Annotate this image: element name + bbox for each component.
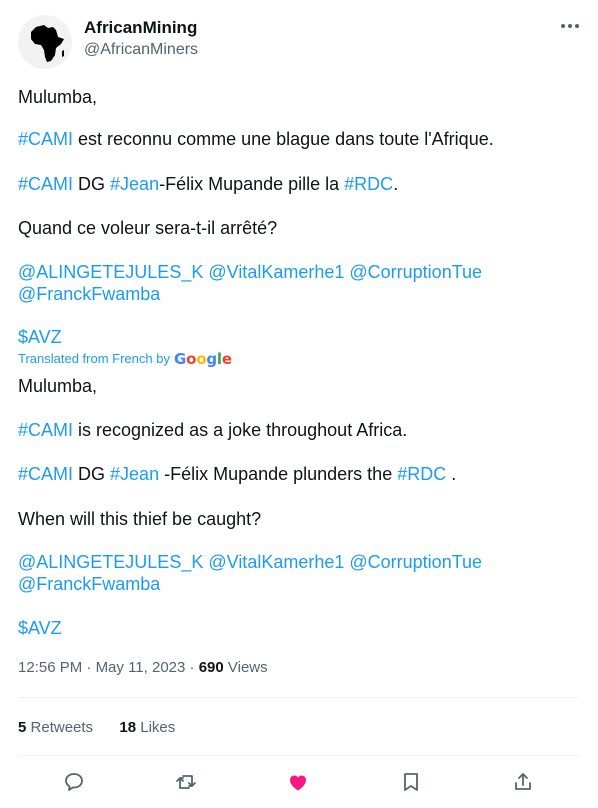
mentions-row: @ALINGETEJULES_K @VitalKamerhe1 @Corrupt…: [18, 550, 482, 574]
translated-greeting: Mulumba,: [18, 376, 98, 396]
avatar[interactable]: [18, 15, 72, 69]
likes-count: 18: [119, 719, 137, 736]
tweet-line: #CAMI est reconnu comme une blague dans …: [18, 127, 494, 151]
translated-from-text: Translated from French by: [18, 351, 170, 366]
hashtag-link[interactable]: #CAMI: [18, 420, 73, 440]
cashtag-link[interactable]: $AVZ: [18, 616, 62, 640]
mentions-row: @FranckFwamba: [18, 282, 160, 306]
translated-line: #CAMI is recognized as a joke throughout…: [18, 418, 407, 442]
tweet-meta: 12:56 PM · May 11, 2023 · 690 Views: [18, 659, 268, 676]
tweet-text: -Félix Mupande plunders the: [159, 464, 398, 484]
hashtag-link[interactable]: #CAMI: [18, 174, 73, 194]
retweets-label: Retweets: [30, 719, 94, 736]
author-handle[interactable]: @AfricanMiners: [84, 40, 198, 60]
tweet-text: .: [393, 174, 399, 194]
mention-link[interactable]: @FranckFwamba: [18, 284, 160, 304]
tweet-text: DG: [73, 464, 111, 484]
hashtag-link[interactable]: #RDC: [397, 464, 446, 484]
tweet-text: is recognized as a joke throughout Afric…: [73, 420, 408, 440]
translated-question: When will this thief be caught?: [18, 509, 262, 529]
tweet-greeting: Mulumba,: [18, 87, 98, 107]
tweet-text: -Félix Mupande pille la: [159, 174, 345, 194]
bookmark-icon: [404, 773, 418, 791]
tweet-line: #CAMI DG #Jean-Félix Mupande pille la #R…: [18, 172, 398, 196]
africa-map-icon: [31, 25, 64, 62]
tweet-text: DG: [73, 174, 111, 194]
mention-link[interactable]: @CorruptionTue: [349, 552, 482, 572]
hashtag-link[interactable]: #Jean: [110, 174, 159, 194]
share-icon: [515, 773, 531, 790]
mentions-row: @FranckFwamba: [18, 572, 160, 596]
retweet-icon: [176, 775, 196, 789]
google-logo: Google: [173, 350, 232, 368]
translated-line: #CAMI DG #Jean -Félix Mupande plunders t…: [18, 462, 456, 486]
engagement-stats: 5 Retweets 18 Likes: [18, 717, 175, 739]
hashtag-link[interactable]: #Jean: [110, 464, 159, 484]
mention-link[interactable]: @ALINGETEJULES_K: [18, 552, 203, 572]
tweet-date[interactable]: May 11, 2023: [96, 659, 186, 676]
hashtag-link[interactable]: #CAMI: [18, 464, 73, 484]
mention-link[interactable]: @VitalKamerhe1: [208, 552, 344, 572]
retweets-count: 5: [18, 719, 27, 736]
divider: [18, 697, 580, 698]
more-options-icon[interactable]: [558, 16, 582, 36]
retweet-button[interactable]: [172, 768, 200, 796]
tweet-time[interactable]: 12:56 PM: [18, 659, 82, 676]
tweet-text: .: [446, 464, 457, 484]
reply-button[interactable]: [60, 768, 88, 796]
reply-icon: [65, 773, 83, 791]
mention-link[interactable]: @CorruptionTue: [349, 262, 482, 282]
author-name[interactable]: AfricanMining: [84, 18, 197, 38]
views-count: 690: [198, 659, 224, 676]
likes-label: Likes: [140, 719, 176, 736]
mentions-row: @ALINGETEJULES_K @VitalKamerhe1 @Corrupt…: [18, 260, 482, 284]
views-label: Views: [227, 659, 268, 676]
like-icon: [290, 775, 306, 791]
hashtag-link[interactable]: #CAMI: [18, 129, 73, 149]
hashtag-link[interactable]: #RDC: [344, 174, 393, 194]
retweets-stat[interactable]: 5 Retweets: [18, 719, 93, 736]
tweet-text: est reconnu comme une blague dans toute …: [73, 129, 494, 149]
mention-link[interactable]: @VitalKamerhe1: [208, 262, 344, 282]
divider: [18, 755, 580, 756]
translation-label[interactable]: Translated from French by Google: [18, 350, 232, 368]
likes-stat[interactable]: 18 Likes: [119, 719, 175, 736]
bookmark-button[interactable]: [397, 768, 425, 796]
share-button[interactable]: [509, 768, 537, 796]
tweet-question: Quand ce voleur sera-t-il arrêté?: [18, 218, 278, 238]
mention-link[interactable]: @FranckFwamba: [18, 574, 160, 594]
mention-link[interactable]: @ALINGETEJULES_K: [18, 262, 203, 282]
cashtag-link[interactable]: $AVZ: [18, 325, 62, 349]
like-button[interactable]: [284, 768, 312, 796]
